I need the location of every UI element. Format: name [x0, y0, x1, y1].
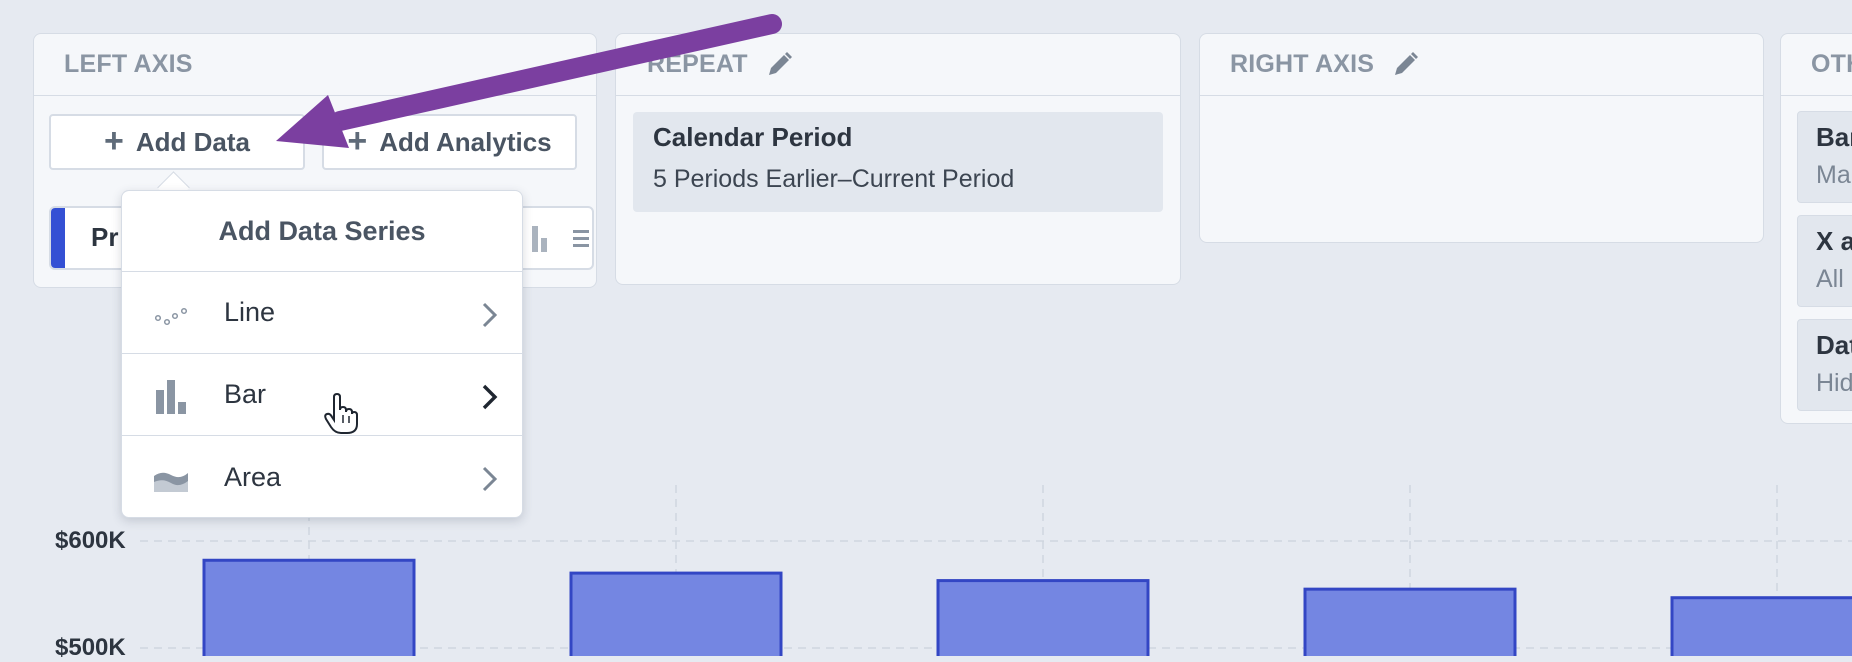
pencil-icon[interactable]: [764, 50, 794, 80]
y-tick-label: $500K: [55, 634, 126, 661]
chevron-right-icon: [482, 384, 498, 410]
menu-item-area[interactable]: Area: [122, 436, 522, 518]
bar[interactable]: [1303, 587, 1517, 656]
add-data-label: Add Data: [135, 126, 250, 157]
repeat-header: REPEAT: [616, 34, 1180, 96]
other-item-subtitle: Ma: [1816, 161, 1851, 189]
repeat-item-calendar-period[interactable]: Calendar Period 5 Periods Earlier–Curren…: [633, 112, 1163, 212]
drag-handle-icon[interactable]: [570, 224, 592, 254]
menu-item-bar[interactable]: Bar: [122, 354, 522, 436]
menu-item-label: Bar: [224, 379, 267, 409]
left-axis-header: LEFT AXIS: [34, 34, 596, 96]
series-color-accent: [51, 208, 65, 268]
right-axis-panel: RIGHT AXIS: [1199, 33, 1764, 243]
bar[interactable]: [202, 558, 416, 656]
chevron-right-icon: [482, 302, 498, 328]
bar[interactable]: [936, 579, 1150, 656]
repeat-item-subtitle: 5 Periods Earlier–Current Period: [653, 165, 1015, 193]
bar-chart-icon[interactable]: [530, 224, 556, 254]
repeat-panel: REPEAT Calendar Period 5 Periods Earlier…: [615, 33, 1181, 285]
other-panel: OTH Bar Ma X a All Dat Hid: [1780, 33, 1852, 424]
other-item-subtitle: Hid: [1816, 369, 1852, 397]
add-data-series-menu: Add Data Series Line Bar Area: [121, 190, 523, 518]
other-item-x-axis[interactable]: X a All: [1797, 215, 1852, 307]
repeat-title: REPEAT: [647, 50, 748, 78]
menu-item-label: Area: [224, 461, 282, 492]
menu-item-line[interactable]: Line: [122, 272, 522, 354]
add-analytics-label: Add Analytics: [379, 126, 552, 157]
bar[interactable]: [569, 571, 783, 656]
right-axis-header: RIGHT AXIS: [1200, 34, 1763, 96]
menu-item-label: Line: [224, 297, 276, 327]
area-icon: [154, 472, 188, 492]
other-item-title: Dat: [1816, 330, 1852, 360]
other-item-data-labels[interactable]: Dat Hid: [1797, 319, 1852, 411]
pencil-icon[interactable]: [1390, 50, 1420, 80]
repeat-item-title: Calendar Period: [653, 122, 853, 152]
left-axis-title: LEFT AXIS: [64, 50, 193, 78]
add-analytics-button[interactable]: + Add Analytics: [322, 114, 577, 170]
plus-icon: +: [347, 121, 368, 160]
y-tick-label: $600K: [55, 527, 126, 554]
plus-icon: +: [104, 121, 124, 160]
other-header: OTH: [1781, 34, 1852, 96]
bar[interactable]: [1670, 596, 1852, 656]
add-data-button[interactable]: + Add Data: [49, 114, 305, 170]
other-item-subtitle: All: [1816, 265, 1844, 293]
other-title: OTH: [1811, 50, 1852, 78]
right-axis-title: RIGHT AXIS: [1230, 50, 1375, 78]
other-item-title: Bar: [1816, 122, 1852, 152]
menu-title: Add Data Series: [122, 191, 522, 272]
bar-chart-icon: [156, 380, 186, 414]
other-item-title: X a: [1816, 226, 1852, 256]
series-name: Pr: [91, 222, 119, 252]
line-icon: [154, 307, 188, 326]
chevron-right-icon: [482, 466, 498, 492]
hand-cursor-icon: [324, 393, 358, 434]
other-item-bar[interactable]: Bar Ma: [1797, 111, 1852, 203]
